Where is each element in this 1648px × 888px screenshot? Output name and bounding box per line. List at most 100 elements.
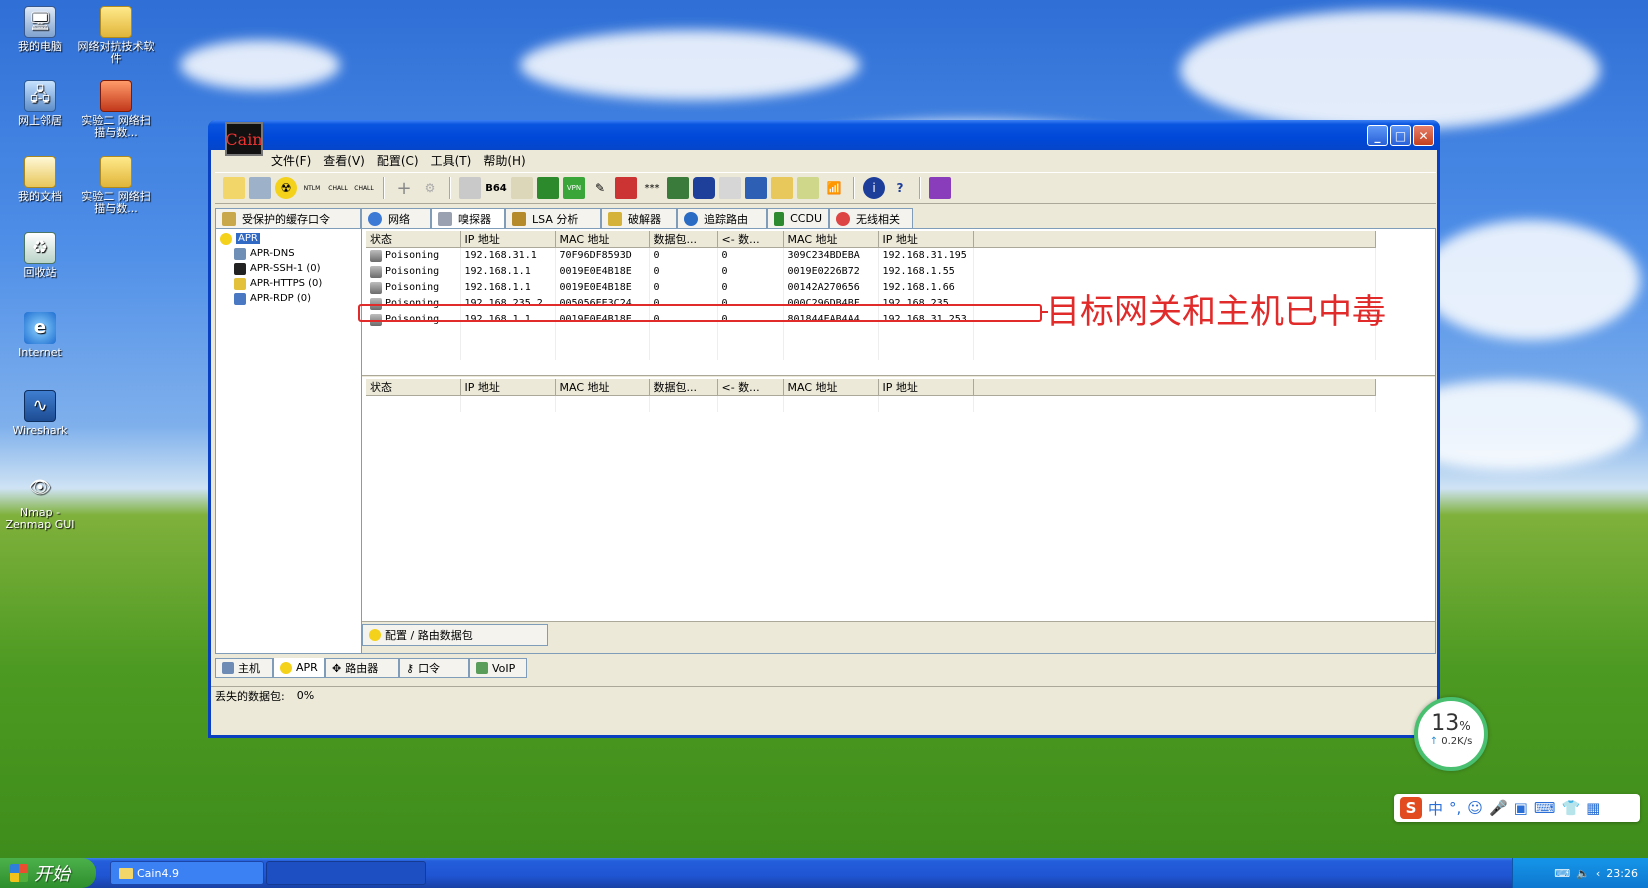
col-packets[interactable]: 数据包... (649, 231, 718, 248)
question-icon[interactable]: ? (889, 177, 911, 199)
col-mac[interactable]: MAC 地址 (555, 231, 650, 248)
desktop-icon-my-computer[interactable]: 🖥 我的电脑 (0, 6, 80, 53)
tree-item-apr-ssh[interactable]: APR-SSH-1 (0) (220, 261, 357, 276)
col-status[interactable]: 状态 (366, 379, 461, 396)
col-packets-in[interactable]: <- 数... (717, 231, 784, 248)
rdc-icon[interactable] (615, 177, 637, 199)
router-icon[interactable] (693, 177, 715, 199)
emoji-icon[interactable]: ☺ (1467, 799, 1483, 817)
radiation-icon[interactable]: ☢ (275, 177, 297, 199)
plus-icon[interactable]: + (393, 177, 415, 199)
menu-file[interactable]: 文件(F) (271, 152, 311, 169)
desktop-icon-archive-lab[interactable]: 实验二 网络扫描与数... (76, 80, 156, 139)
chall-spoof-reset-icon[interactable]: CHALL (327, 177, 349, 199)
tab-lsa[interactable]: LSA 分析 (505, 208, 601, 228)
vpn-icon[interactable]: VPN (563, 177, 585, 199)
sogou-logo-icon[interactable]: S (1400, 797, 1422, 819)
tab-protected-cache[interactable]: 受保护的缓存口令 (215, 208, 361, 228)
wireless-icon[interactable]: ✎ (589, 177, 611, 199)
tree-item-apr-https[interactable]: APR-HTTPS (0) (220, 276, 357, 291)
certificate-icon[interactable] (745, 177, 767, 199)
decoder-icon[interactable] (459, 177, 481, 199)
desktop-icon-folder-lab[interactable]: 实验二 网络扫描与数... (76, 156, 156, 215)
exit-icon[interactable] (929, 177, 951, 199)
skin-icon[interactable]: 👕 (1561, 799, 1580, 817)
lock-icon[interactable] (797, 177, 819, 199)
network-speed-widget[interactable]: 13% ↑ 0.2K/s (1414, 697, 1488, 771)
tree-item-apr-rdp[interactable]: APR-RDP (0) (220, 291, 357, 306)
pane-splitter[interactable] (362, 375, 1435, 378)
tab-cracker[interactable]: 破解器 (601, 208, 677, 228)
tab-network[interactable]: 网络 (361, 208, 431, 228)
tab-ccdu[interactable]: CCDU (767, 208, 829, 228)
menu-help[interactable]: 帮助(H) (483, 152, 525, 169)
desktop-icon-my-documents[interactable]: 我的文档 (0, 156, 80, 203)
tab-hosts[interactable]: 主机 (215, 658, 273, 678)
col-ip-2[interactable]: IP 地址 (878, 231, 974, 248)
punctuation-icon[interactable]: °, (1449, 799, 1461, 817)
network-card-icon[interactable] (249, 177, 271, 199)
desktop-icon-recycle-bin[interactable]: ♻ 回收站 (0, 232, 80, 279)
system-tray: ⌨ 🔈 ‹ 23:26 (1512, 858, 1648, 888)
col-mac-2[interactable]: MAC 地址 (783, 379, 879, 396)
terminal-icon[interactable] (537, 177, 559, 199)
dialup-icon[interactable] (719, 177, 741, 199)
tab-passwords[interactable]: ⚷ 口令 (399, 658, 469, 678)
antenna-icon[interactable]: 📶 (823, 177, 845, 199)
chall-spoof-ntlm-icon[interactable]: CHALL (353, 177, 375, 199)
keyboard-tray-icon[interactable]: ⌨ (1554, 867, 1570, 880)
minimize-button[interactable]: _ (1367, 125, 1388, 146)
open-folder-icon[interactable] (223, 177, 245, 199)
desktop-icon-nmap[interactable]: 👁 Nmap - Zenmap GUI (0, 472, 80, 531)
tab-sniffer[interactable]: 嗅探器 (431, 208, 505, 228)
base64-icon[interactable]: B64 (485, 177, 507, 199)
desktop-icon-wireshark[interactable]: ∿ Wireshark (0, 390, 80, 437)
tab-wireless[interactable]: 无线相关 (829, 208, 913, 228)
microphone-icon[interactable]: 🎤 (1489, 799, 1508, 817)
taskbar-item-cain-folder[interactable]: Cain4.9 (110, 861, 264, 885)
close-button[interactable]: ✕ (1413, 125, 1434, 146)
app-logo: Cain (225, 122, 263, 156)
speaker-icon[interactable]: 🔈 (1576, 867, 1590, 880)
taskbar-item-blank[interactable] (266, 861, 426, 885)
tab-traceroute[interactable]: 追踪路由 (677, 208, 767, 228)
keyboard-icon[interactable]: ⌨ (1534, 799, 1556, 817)
table-row[interactable]: Poisoning 192.168.31.1 70F96DF8593D 0 0 … (366, 247, 1376, 264)
toolbox-icon[interactable]: ▣ (1514, 799, 1528, 817)
desktop-icon-network[interactable]: 🖧 网上邻居 (0, 80, 80, 127)
key-icon[interactable] (771, 177, 793, 199)
col-packets-in[interactable]: <- 数... (717, 379, 784, 396)
col-mac[interactable]: MAC 地址 (555, 379, 650, 396)
maximize-button[interactable]: □ (1390, 125, 1411, 146)
tree-item-apr[interactable]: APR (220, 231, 357, 246)
menu-view[interactable]: 查看(V) (323, 152, 365, 169)
menu-config[interactable]: 配置(C) (377, 152, 419, 169)
col-status[interactable]: 状态 (366, 231, 461, 248)
ntlm-auth-icon[interactable]: NTLM (301, 177, 323, 199)
clock[interactable]: 23:26 (1606, 867, 1638, 880)
tab-voip[interactable]: VoIP (469, 658, 527, 678)
box-icon[interactable] (667, 177, 689, 199)
tab-config-routing[interactable]: 配置 / 路由数据包 (362, 624, 548, 646)
ime-mode[interactable]: 中 (1428, 798, 1443, 819)
desktop-icon-internet[interactable]: e Internet (0, 312, 80, 359)
col-ip[interactable]: IP 地址 (460, 231, 556, 248)
grid-menu-icon[interactable]: ▦ (1586, 799, 1600, 817)
tab-routers[interactable]: ✥ 路由器 (325, 658, 399, 678)
tab-apr[interactable]: APR (273, 658, 325, 678)
menu-tools[interactable]: 工具(T) (431, 152, 472, 169)
table-row[interactable]: Poisoning 192.168.1.1 0019E0E4B18E 0 0 0… (366, 263, 1376, 280)
tree-item-apr-dns[interactable]: APR-DNS (220, 246, 357, 261)
start-button[interactable]: 开始 (0, 858, 96, 888)
hash-calculator-icon[interactable] (511, 177, 533, 199)
password-mask-icon[interactable]: *** (641, 177, 663, 199)
col-mac-2[interactable]: MAC 地址 (783, 231, 879, 248)
col-ip[interactable]: IP 地址 (460, 379, 556, 396)
window-titlebar[interactable]: _ □ ✕ (208, 120, 1440, 150)
scan-icon[interactable]: ⚙ (419, 177, 441, 199)
info-icon[interactable]: i (863, 177, 885, 199)
tray-expand-icon[interactable]: ‹ (1596, 867, 1600, 880)
desktop-icon-folder-tools[interactable]: 网络对抗技术软件 (76, 6, 156, 65)
col-ip-2[interactable]: IP 地址 (878, 379, 974, 396)
col-packets[interactable]: 数据包... (649, 379, 718, 396)
